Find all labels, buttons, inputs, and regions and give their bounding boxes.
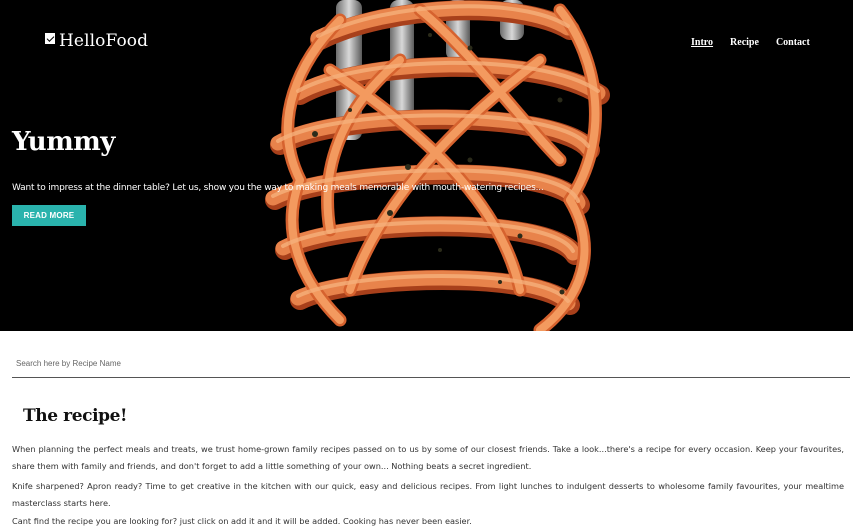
nav-item-contact[interactable]: Contact — [776, 37, 810, 48]
nav-item-recipe[interactable]: Recipe — [730, 37, 759, 48]
section-title: The recipe! — [23, 406, 128, 426]
nav-item-intro[interactable]: Intro — [691, 37, 713, 48]
recipe-search-input[interactable] — [12, 350, 850, 378]
hero-title: Yummy — [12, 127, 115, 157]
brand-name: HelloFood — [59, 31, 149, 51]
add-recipe-paragraph: Cant find the recipe you are looking for… — [12, 516, 472, 526]
hero-banner: HelloFood Intro Recipe Contact Yummy Wan… — [0, 0, 853, 331]
creative-paragraph: Knife sharpened? Apron ready? Time to ge… — [12, 481, 844, 508]
read-more-button[interactable]: READ MORE — [12, 205, 86, 226]
logo-icon — [45, 32, 55, 44]
hero-subtitle: Want to impress at the dinner table? Let… — [12, 183, 544, 193]
brand-logo[interactable]: HelloFood — [45, 31, 148, 51]
main-nav: Intro Recipe Contact — [691, 37, 810, 48]
intro-paragraph: When planning the perfect meals and trea… — [12, 444, 844, 471]
